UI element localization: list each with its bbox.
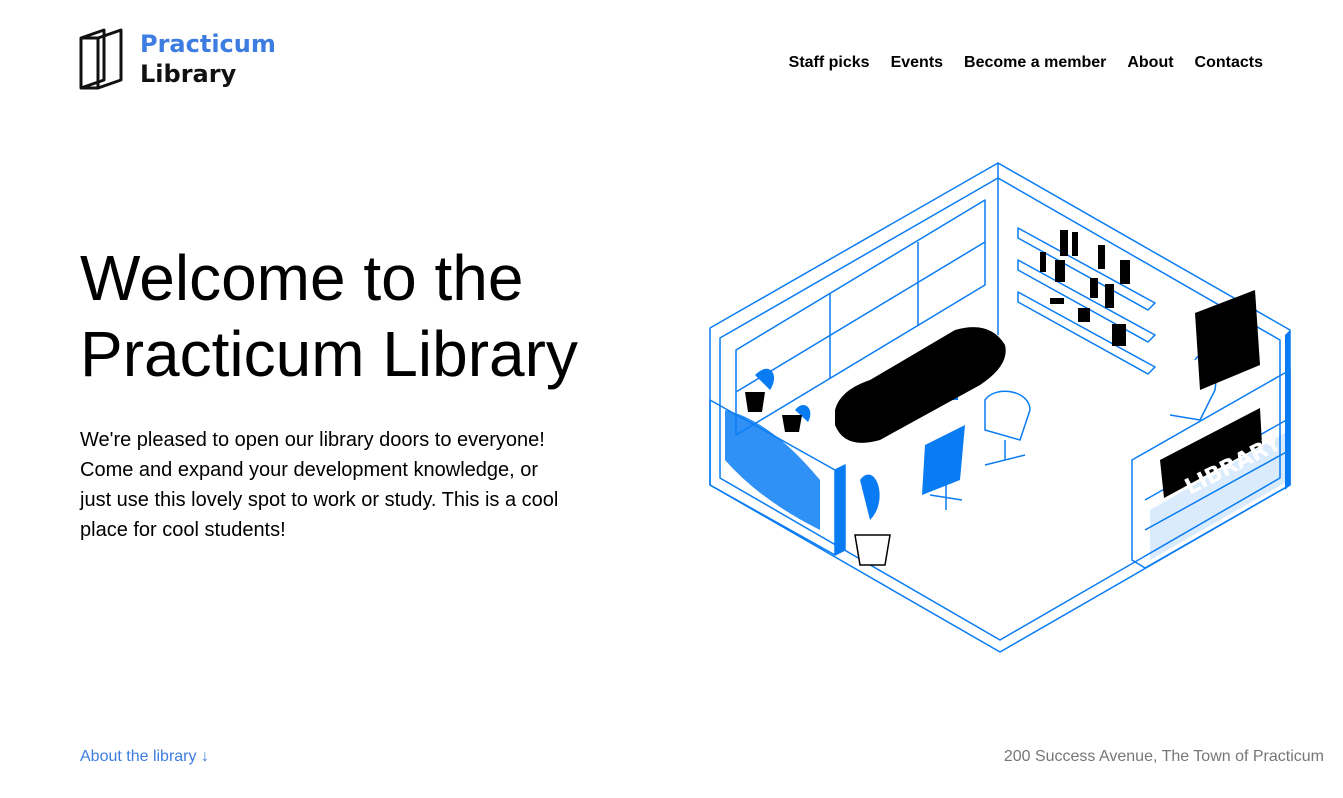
logo-text: Practicum Library — [140, 29, 276, 89]
logo-line-2: Library — [140, 60, 237, 88]
logo-line-1: Practicum — [140, 30, 276, 58]
nav-staff-picks[interactable]: Staff picks — [789, 54, 870, 72]
about-library-link[interactable]: About the library ↓ — [80, 748, 209, 766]
nav-events[interactable]: Events — [891, 54, 943, 72]
main-nav: Staff picks Events Become a member About… — [768, 54, 1263, 72]
hero-text: We're pleased to open our library doors … — [80, 429, 559, 541]
nav-become-a-member[interactable]: Become a member — [964, 54, 1106, 72]
logo[interactable]: Practicum Library — [79, 28, 276, 90]
library-room-illustration: LIBRARY — [709, 162, 1291, 653]
hero-title: Welcome to the Practicum Library — [80, 242, 578, 390]
footer-address: 200 Success Avenue, The Town of Practicu… — [1003, 748, 1324, 765]
book-icon — [79, 28, 123, 90]
nav-contacts[interactable]: Contacts — [1195, 54, 1263, 72]
nav-about[interactable]: About — [1127, 54, 1173, 72]
